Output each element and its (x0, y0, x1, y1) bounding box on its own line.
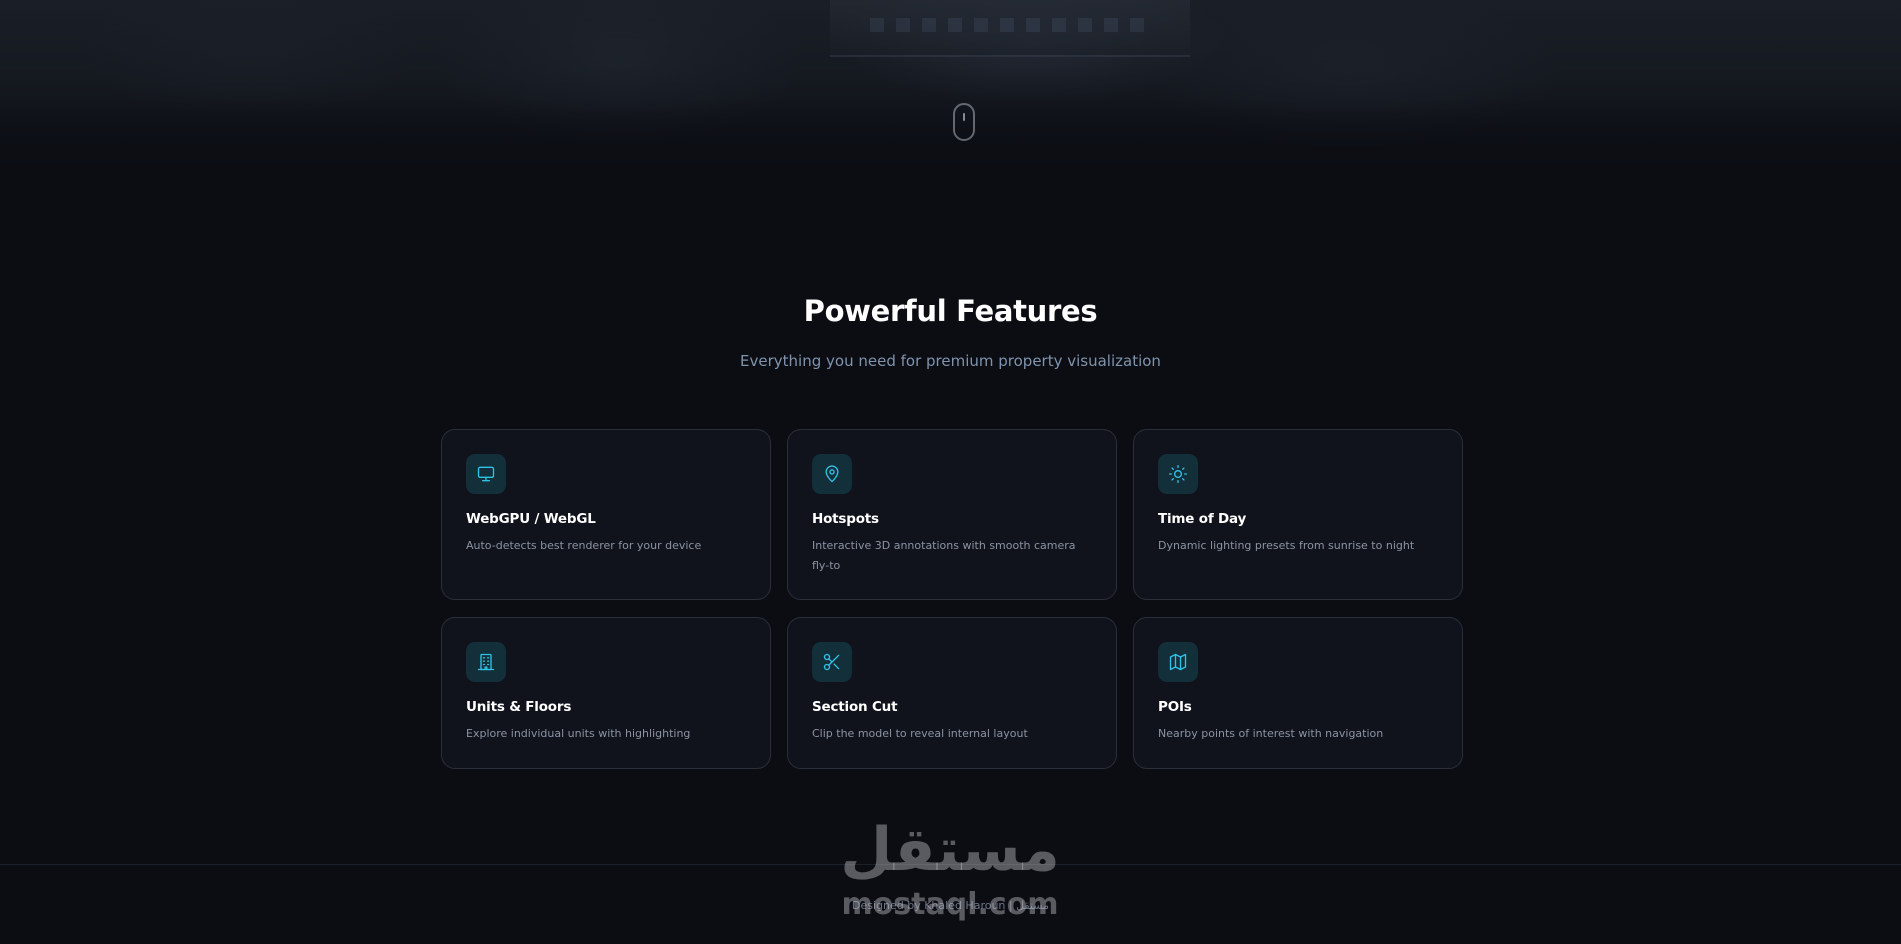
building-icon (466, 642, 506, 682)
feature-title: Units & Floors (466, 699, 572, 715)
feature-title: Time of Day (1158, 511, 1247, 527)
map-pin-icon (812, 454, 852, 494)
feature-description: Nearby points of interest with navigatio… (1158, 727, 1384, 740)
hero-building-image (830, 0, 1190, 57)
scissors-icon (812, 642, 852, 682)
feature-card-webgpu[interactable]: WebGPU / WebGL Auto-detects best rendere… (441, 429, 771, 600)
monitor-icon (466, 454, 506, 494)
sun-icon (1158, 454, 1198, 494)
feature-description: Auto-detects best renderer for your devi… (466, 539, 702, 552)
mouse-scroll-icon[interactable] (953, 103, 975, 141)
watermark-arabic: مستقل (840, 815, 1060, 885)
map-icon (1158, 642, 1198, 682)
feature-title: POIs (1158, 699, 1192, 715)
footer-credit: Designed by Khaled Haroun | مستقل (851, 899, 1050, 912)
hero-background (0, 0, 1901, 180)
feature-description: Explore individual units with highlighti… (466, 727, 691, 740)
feature-title: Section Cut (812, 699, 898, 715)
feature-title: Hotspots (812, 511, 879, 527)
features-grid: WebGPU / WebGL Auto-detects best rendere… (441, 429, 1464, 769)
feature-card-pois[interactable]: POIs Nearby points of interest with navi… (1133, 617, 1463, 769)
page: Powerful Features Everything you need fo… (0, 0, 1901, 944)
hero-fade (0, 100, 1901, 180)
section-subtitle: Everything you need for premium property… (740, 352, 1161, 370)
scroll-wheel (963, 113, 965, 121)
feature-card-section-cut[interactable]: Section Cut Clip the model to reveal int… (787, 617, 1117, 769)
footer-divider (0, 864, 1901, 865)
section-title: Powerful Features (803, 294, 1098, 328)
feature-description: Clip the model to reveal internal layout (812, 727, 1028, 740)
feature-card-units-floors[interactable]: Units & Floors Explore individual units … (441, 617, 771, 769)
feature-card-time-of-day[interactable]: Time of Day Dynamic lighting presets fro… (1133, 429, 1463, 600)
feature-title: WebGPU / WebGL (466, 511, 596, 527)
feature-description: Interactive 3D annotations with smooth c… (812, 539, 1076, 572)
feature-description: Dynamic lighting presets from sunrise to… (1158, 539, 1415, 552)
feature-card-hotspots[interactable]: Hotspots Interactive 3D annotations with… (787, 429, 1117, 600)
